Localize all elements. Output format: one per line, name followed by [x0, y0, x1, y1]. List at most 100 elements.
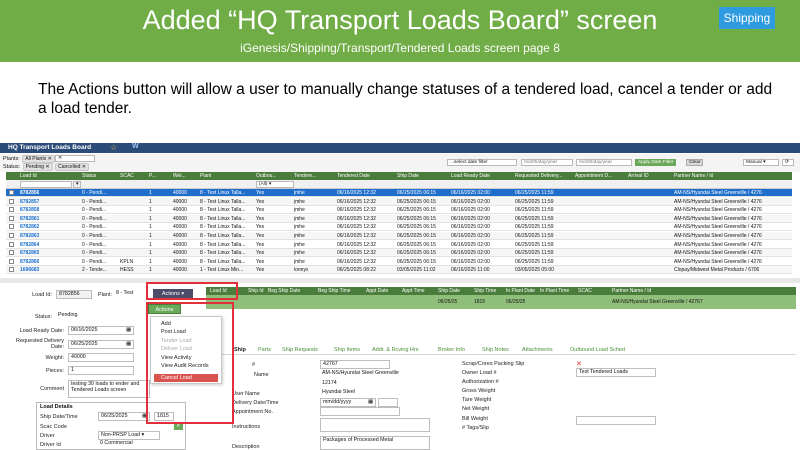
outbound-filter-select[interactable]: (All) ▾	[256, 181, 294, 188]
table-row[interactable]: 8782865 0 - Pendi... 1 40000 8 - Test Linux …	[6, 249, 792, 258]
row-checkbox[interactable]	[9, 250, 14, 256]
date-from-input[interactable]: month/day/year	[521, 159, 573, 166]
load-id-link[interactable]: 8782862	[20, 224, 39, 230]
grid-column-header[interactable]: Requested Delivery...	[515, 173, 562, 179]
table-row[interactable]: 8782864 0 - Pendi... 1 40000 8 - Test Linux …	[6, 241, 792, 249]
load-id-link[interactable]: 8782866	[20, 259, 39, 265]
grid-column-header[interactable]: Arrival ID	[628, 173, 649, 179]
grid-column-header[interactable]: Tendere...	[294, 173, 316, 179]
ship-date-field[interactable]: 06/25/2025 ▦	[98, 412, 150, 421]
load-id-link[interactable]: 8782857	[20, 199, 39, 205]
tab-outbound-load-sched[interactable]: Outbound Load Sched	[570, 347, 625, 353]
description-field[interactable]: Packages of Processed Metal	[320, 436, 430, 450]
grid-column-header[interactable]: Plant	[200, 173, 211, 179]
load-id-link[interactable]: 8782856	[20, 190, 39, 196]
status-chip-cancelled[interactable]: Cancelled ✕	[55, 163, 89, 171]
grid-column-header[interactable]: P...	[149, 173, 156, 179]
tab-broker-info[interactable]: Broker Info	[438, 347, 465, 353]
load-ready-field[interactable]: 06/16/2025 ▦	[68, 326, 134, 335]
load-id-filter-input[interactable]	[20, 181, 72, 188]
row-checkbox[interactable]	[9, 267, 14, 273]
requested-delivery-field[interactable]: 06/25/2025 ▦	[68, 340, 134, 349]
subgrid-column-header[interactable]: Appt Date	[366, 288, 388, 294]
grid-column-header[interactable]: Load Ready Date	[451, 173, 490, 179]
subgrid-column-header[interactable]: Ship Date	[438, 288, 460, 294]
status-chip-pending[interactable]: Pending ✕	[22, 163, 53, 171]
load-id-link[interactable]: 8782865	[20, 250, 39, 256]
tab-ship-items[interactable]: Ship Items	[334, 347, 360, 353]
plants-chip[interactable]: All Plants ✕	[22, 155, 55, 163]
ship-no-field[interactable]: 42767	[320, 360, 390, 369]
w-icon[interactable]: W	[132, 143, 139, 150]
date-to-input[interactable]: month/day/year	[576, 159, 632, 166]
row-checkbox[interactable]	[9, 215, 14, 221]
tab-parts[interactable]: Parts	[258, 347, 271, 353]
load-id-filter-button[interactable]: ▾	[73, 181, 81, 188]
grid-column-header[interactable]: Partner Name / Id	[674, 173, 713, 179]
row-checkbox[interactable]	[9, 224, 14, 230]
delivery-date-field[interactable]: mm/dd/yyyy ▦	[320, 398, 376, 407]
subgrid-column-header[interactable]: In Plant Time	[540, 288, 569, 294]
subgrid-column-header[interactable]: In Plant Date	[506, 288, 535, 294]
comment-field[interactable]: testing 30 loads to ender and Tendered L…	[68, 380, 150, 398]
refresh-icon[interactable]: ⟳	[782, 159, 794, 166]
subgrid-column-header[interactable]: Beg Ship Time	[318, 288, 351, 294]
load-id-link[interactable]: 8782864	[20, 242, 39, 248]
tab-ship-requests[interactable]: Ship Requests	[282, 347, 318, 353]
apply-date-filter-button[interactable]: Apply Date Filter	[635, 159, 677, 166]
owner-load-field[interactable]: Test Tendered Loads	[576, 368, 656, 377]
table-row[interactable]: 8782861 0 - Pendi... 1 40000 8 - Test Linux …	[6, 214, 792, 223]
table-row[interactable]: 8782857 0 - Pendi... 1 40000 8 - Test Linux …	[6, 197, 792, 206]
tab-attachments[interactable]: Attachments	[522, 347, 553, 353]
subgrid-column-header[interactable]: Ship Id	[248, 288, 264, 294]
subgrid-column-header[interactable]: Ship Time	[474, 288, 496, 294]
grid-column-header[interactable]: Ship Date	[397, 173, 419, 179]
subgrid-column-header[interactable]: Appt Time	[402, 288, 425, 294]
table-row[interactable]: 8782856 0 - Pendi... 1 40000 8 - Test Linux …	[6, 189, 792, 197]
table-row[interactable]: 8782866 0 - Pendi... KPLN 1 40000 8 - Test Li…	[6, 258, 792, 266]
pane-splitter[interactable]	[0, 278, 800, 283]
appointment-no-field[interactable]	[320, 407, 400, 416]
table-row[interactable]: 1696683 2 - Tende... HESS 1 40000 1 - Test Li…	[6, 266, 792, 275]
plants-input[interactable]: ✕	[55, 155, 95, 162]
row-checkbox[interactable]	[9, 198, 14, 204]
grid-column-header[interactable]: Wei...	[173, 173, 186, 179]
load-id-link[interactable]: 8782858	[20, 207, 39, 213]
table-row[interactable]: 8782863 0 - Pendi... 1 40000 8 - Test Linux …	[6, 232, 792, 240]
subgrid-column-header[interactable]: SCAC	[578, 288, 592, 294]
grid-column-header[interactable]: SCAC	[120, 173, 134, 179]
instructions-field[interactable]	[320, 418, 430, 432]
ship-subgrid-row[interactable]: 06/25/25 1815 06/25/25 AM-NS/Hyundai Steel …	[206, 295, 796, 309]
row-checkbox[interactable]	[9, 258, 14, 264]
driver-select[interactable]: Non-PRSP Load ▾	[98, 431, 160, 440]
row-checkbox[interactable]	[9, 190, 14, 195]
grid-column-header[interactable]: Load Id	[20, 173, 37, 179]
tab-ship-notes[interactable]: Ship Notes	[482, 347, 509, 353]
weight-field[interactable]: 40000	[68, 353, 134, 362]
scac-lookup-button[interactable]: #	[174, 423, 183, 430]
delivery-time-field[interactable]	[378, 398, 398, 407]
tab-addr-rcving-hrs[interactable]: Addr. & Rcving Hrs	[372, 347, 418, 353]
date-filter-select[interactable]: ...select date filter	[447, 159, 517, 166]
load-id-link[interactable]: 8782861	[20, 216, 39, 222]
load-id-link[interactable]: 1696683	[20, 267, 39, 273]
row-checkbox[interactable]	[9, 207, 14, 213]
favorite-star-icon[interactable]: ☆	[110, 143, 117, 152]
subgrid-column-header[interactable]: Beg Ship Date	[268, 288, 300, 294]
grid-column-header[interactable]: Tendered Date	[337, 173, 370, 179]
grid-column-header[interactable]: Outbou...	[256, 173, 277, 179]
load-id-link[interactable]: 8782863	[20, 233, 39, 239]
table-row[interactable]: 8782858 0 - Pendi... 1 40000 8 - Test Linux …	[6, 206, 792, 215]
subgrid-column-header[interactable]: Partner Name / Id	[612, 288, 651, 294]
clear-button[interactable]: Clear	[686, 159, 704, 166]
mode-select[interactable]: Manual ▾	[743, 159, 779, 166]
row-checkbox[interactable]	[9, 241, 14, 247]
pieces-field[interactable]: 1	[68, 366, 134, 375]
bill-weight-field[interactable]	[576, 416, 656, 425]
table-row[interactable]: 8782862 0 - Pendi... 1 40000 8 - Test Linux …	[6, 223, 792, 232]
scrap-checkbox-icon[interactable]: ✕	[576, 360, 582, 368]
grid-column-header[interactable]: Status	[82, 173, 96, 179]
tab-ship[interactable]: Ship	[234, 347, 246, 353]
row-checkbox[interactable]	[9, 233, 14, 238]
grid-column-header[interactable]: Appointment D...	[575, 173, 612, 179]
